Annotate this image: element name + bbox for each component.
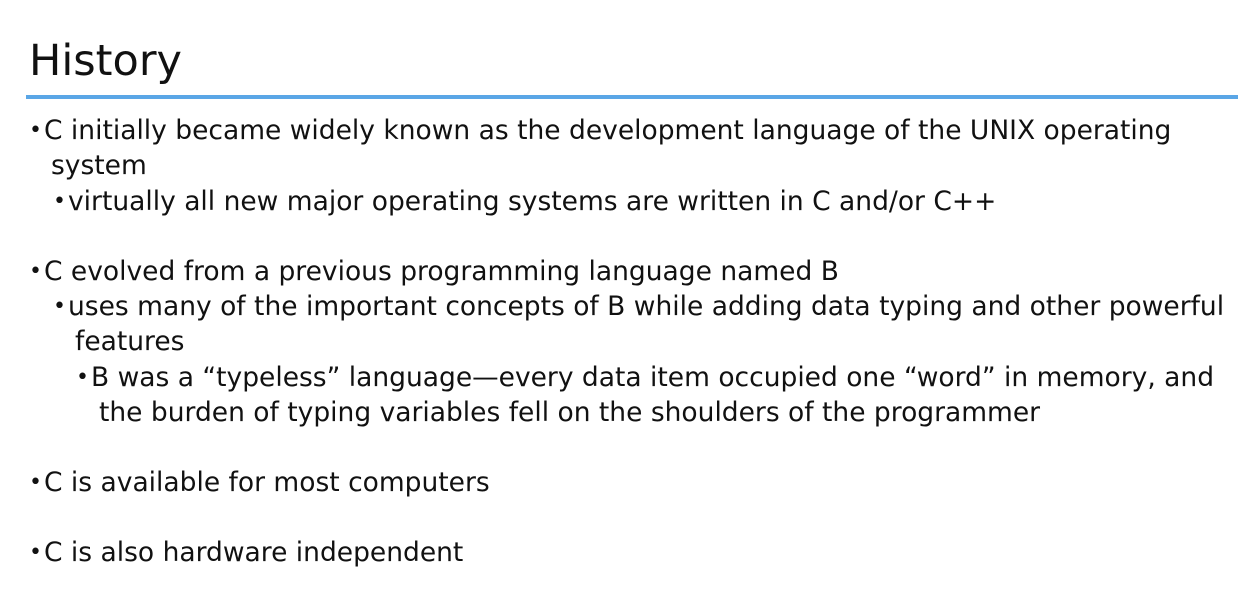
bullet-dot-icon: •: [53, 294, 66, 319]
slide: History • C initially became widely know…: [0, 0, 1253, 613]
bullet-text: C initially became widely known as the d…: [44, 115, 1172, 146]
bullet-item: • C is also hardware independent: [29, 535, 464, 570]
bullet-item: • C evolved from a previous programming …: [29, 254, 839, 289]
bullet-text: virtually all new major operating system…: [68, 186, 997, 217]
bullet-item: • B was a “typeless” language—every data…: [76, 360, 1215, 430]
title-underline: [26, 95, 1238, 99]
bullet-text-continued: system: [51, 150, 147, 181]
bullet-dot-icon: •: [29, 118, 42, 143]
bullet-dot-icon: •: [76, 365, 89, 390]
bullet-item: • C initially became widely known as the…: [29, 113, 1172, 183]
bullet-item: • uses many of the important concepts of…: [53, 289, 1225, 359]
bullet-dot-icon: •: [29, 470, 42, 495]
bullet-text: uses many of the important concepts of B…: [68, 291, 1225, 322]
bullet-dot-icon: •: [29, 540, 42, 565]
bullet-text: C is available for most computers: [44, 467, 490, 498]
bullet-text: C is also hardware independent: [44, 537, 464, 568]
bullet-text: B was a “typeless” language—every data i…: [91, 362, 1215, 393]
bullet-dot-icon: •: [29, 259, 42, 284]
bullet-text-continued: features: [75, 326, 185, 357]
bullet-text-continued: the burden of typing variables fell on t…: [99, 397, 1041, 428]
bullet-dot-icon: •: [53, 189, 66, 214]
bullet-item: • C is available for most computers: [29, 465, 490, 500]
bullet-text: C evolved from a previous programming la…: [44, 256, 839, 287]
slide-title: History: [29, 36, 182, 86]
bullet-item: • virtually all new major operating syst…: [53, 184, 997, 219]
